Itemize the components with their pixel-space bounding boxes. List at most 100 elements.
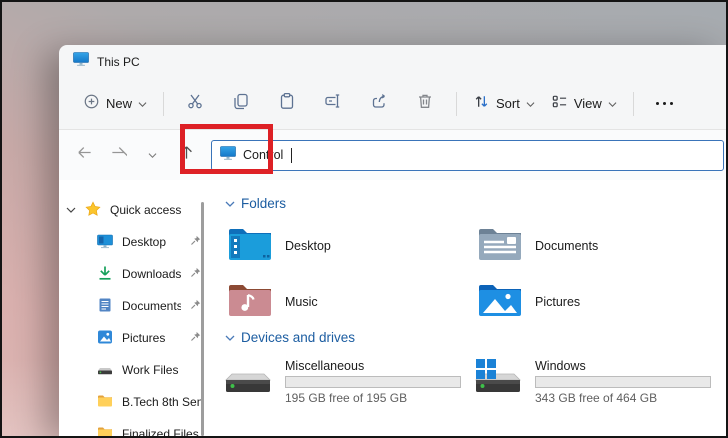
chevron-down-icon bbox=[138, 95, 147, 113]
navigation-pane: Quick access Desktop Downloads Documents bbox=[59, 180, 207, 436]
sidebar-item-work-files[interactable]: Work Files bbox=[59, 354, 207, 386]
star-icon bbox=[85, 200, 101, 220]
toolbar-divider bbox=[632, 91, 634, 116]
forward-button[interactable] bbox=[101, 138, 135, 172]
tile-label: Music bbox=[285, 295, 318, 309]
monitor-icon bbox=[97, 233, 113, 252]
drive-capacity-bar bbox=[535, 376, 711, 388]
tile-label: Pictures bbox=[535, 295, 581, 309]
picture-icon bbox=[97, 329, 113, 348]
this-pc-icon bbox=[73, 51, 89, 72]
pictures-folder-icon bbox=[477, 281, 523, 324]
drive-tile-miscellaneous[interactable]: Miscellaneous 195 GB free of 195 GB bbox=[223, 358, 467, 405]
sidebar-item-pictures[interactable]: Pictures bbox=[59, 322, 207, 354]
sidebar-item-btech-8th-sem[interactable]: B.Tech 8th Sem bbox=[59, 386, 207, 418]
sidebar-scrollbar[interactable] bbox=[201, 202, 204, 436]
view-button-label: View bbox=[573, 96, 602, 111]
back-button[interactable] bbox=[67, 138, 101, 172]
section-title: Devices and drives bbox=[241, 330, 356, 345]
pin-icon bbox=[190, 267, 201, 281]
document-icon bbox=[97, 297, 113, 316]
toolbar-divider bbox=[163, 91, 165, 116]
chevron-down-icon bbox=[225, 330, 235, 345]
file-explorer-window: This PC New Sort View Control Quick acce… bbox=[59, 45, 726, 436]
pin-icon bbox=[190, 235, 201, 249]
view-button[interactable]: View bbox=[543, 87, 625, 121]
plus-circle-icon bbox=[83, 93, 100, 115]
folder-icon bbox=[97, 425, 113, 436]
toolbar-divider bbox=[456, 91, 458, 116]
drive-name: Miscellaneous bbox=[285, 359, 365, 373]
sidebar-item-documents[interactable]: Documents bbox=[59, 290, 207, 322]
drive-free-space: 343 GB free of 464 GB bbox=[535, 391, 658, 405]
documents-folder-icon bbox=[477, 225, 523, 268]
address-input[interactable]: Control bbox=[211, 139, 724, 171]
items-view: Folders Desktop Documents Music Pictures… bbox=[207, 180, 726, 436]
see-more-button[interactable] bbox=[642, 102, 687, 105]
title-bar[interactable]: This PC bbox=[59, 45, 726, 78]
tile-label: Desktop bbox=[285, 239, 331, 253]
section-title: Folders bbox=[241, 196, 287, 211]
chevron-down-icon bbox=[66, 203, 76, 217]
copy-icon bbox=[232, 92, 250, 115]
sidebar-item-downloads[interactable]: Downloads bbox=[59, 258, 207, 290]
rename-button[interactable] bbox=[310, 86, 356, 122]
chevron-down-icon bbox=[526, 95, 535, 113]
sidebar-item-finalized-files[interactable]: Finalized Files bbox=[59, 418, 207, 436]
delete-button[interactable] bbox=[402, 86, 448, 122]
download-arrow-icon bbox=[97, 265, 113, 284]
chevron-down-icon bbox=[608, 95, 617, 113]
sidebar-item-label: Documents bbox=[122, 299, 181, 313]
hard-drive-icon bbox=[223, 358, 273, 405]
windows-drive-icon bbox=[473, 358, 523, 405]
drive-free-space: 195 GB free of 195 GB bbox=[285, 391, 408, 405]
drive-capacity-bar bbox=[285, 376, 461, 388]
folder-tile-documents[interactable]: Documents bbox=[477, 224, 717, 268]
sort-arrows-icon bbox=[473, 93, 490, 115]
window-title: This PC bbox=[97, 54, 140, 69]
content-area: Quick access Desktop Downloads Documents bbox=[59, 180, 726, 436]
scissors-icon bbox=[186, 92, 204, 115]
chevron-down-icon bbox=[225, 196, 235, 211]
sort-button[interactable]: Sort bbox=[465, 87, 543, 121]
drive-icon bbox=[97, 361, 113, 380]
folder-tile-music[interactable]: Music bbox=[227, 280, 467, 324]
pin-icon bbox=[190, 299, 201, 313]
clipboard-icon bbox=[278, 92, 296, 115]
folder-tile-desktop[interactable]: Desktop bbox=[227, 224, 467, 268]
drive-tile-windows[interactable]: Windows 343 GB free of 464 GB bbox=[473, 358, 717, 405]
forward-arrow-icon bbox=[110, 144, 130, 166]
sidebar-item-label: Pictures bbox=[122, 331, 166, 345]
devices-section-header[interactable]: Devices and drives bbox=[225, 330, 355, 345]
new-button[interactable]: New bbox=[75, 87, 155, 121]
desktop-background: This PC New Sort View Control Quick acce… bbox=[0, 0, 728, 438]
sidebar-item-desktop[interactable]: Desktop bbox=[59, 226, 207, 258]
sort-button-label: Sort bbox=[496, 96, 520, 111]
sidebar-item-label: Quick access bbox=[110, 203, 182, 217]
annotation-highlight-rect bbox=[180, 124, 273, 174]
paste-button[interactable] bbox=[264, 86, 310, 122]
pin-icon bbox=[190, 331, 201, 345]
folder-tile-pictures[interactable]: Pictures bbox=[477, 280, 717, 324]
command-toolbar: New Sort View bbox=[59, 78, 726, 130]
sidebar-item-quick-access[interactable]: Quick access bbox=[59, 194, 207, 226]
text-caret bbox=[291, 147, 293, 163]
new-button-label: New bbox=[106, 96, 133, 111]
address-bar-row: Control bbox=[59, 130, 726, 180]
sidebar-item-label: Downloads bbox=[122, 267, 181, 281]
cut-button[interactable] bbox=[172, 86, 218, 122]
rename-icon bbox=[324, 92, 342, 115]
view-list-icon bbox=[551, 93, 568, 115]
folders-section-header[interactable]: Folders bbox=[225, 196, 286, 211]
share-icon bbox=[370, 92, 388, 115]
trash-icon bbox=[416, 92, 434, 115]
sidebar-item-label: Work Files bbox=[122, 363, 179, 377]
sidebar-item-label: Desktop bbox=[122, 235, 167, 249]
recent-locations-button[interactable] bbox=[135, 138, 169, 172]
copy-button[interactable] bbox=[218, 86, 264, 122]
chevron-down-icon bbox=[148, 146, 157, 164]
music-folder-icon bbox=[227, 281, 273, 324]
sidebar-item-label: B.Tech 8th Sem bbox=[122, 395, 201, 409]
back-arrow-icon bbox=[76, 144, 93, 166]
share-button[interactable] bbox=[356, 86, 402, 122]
